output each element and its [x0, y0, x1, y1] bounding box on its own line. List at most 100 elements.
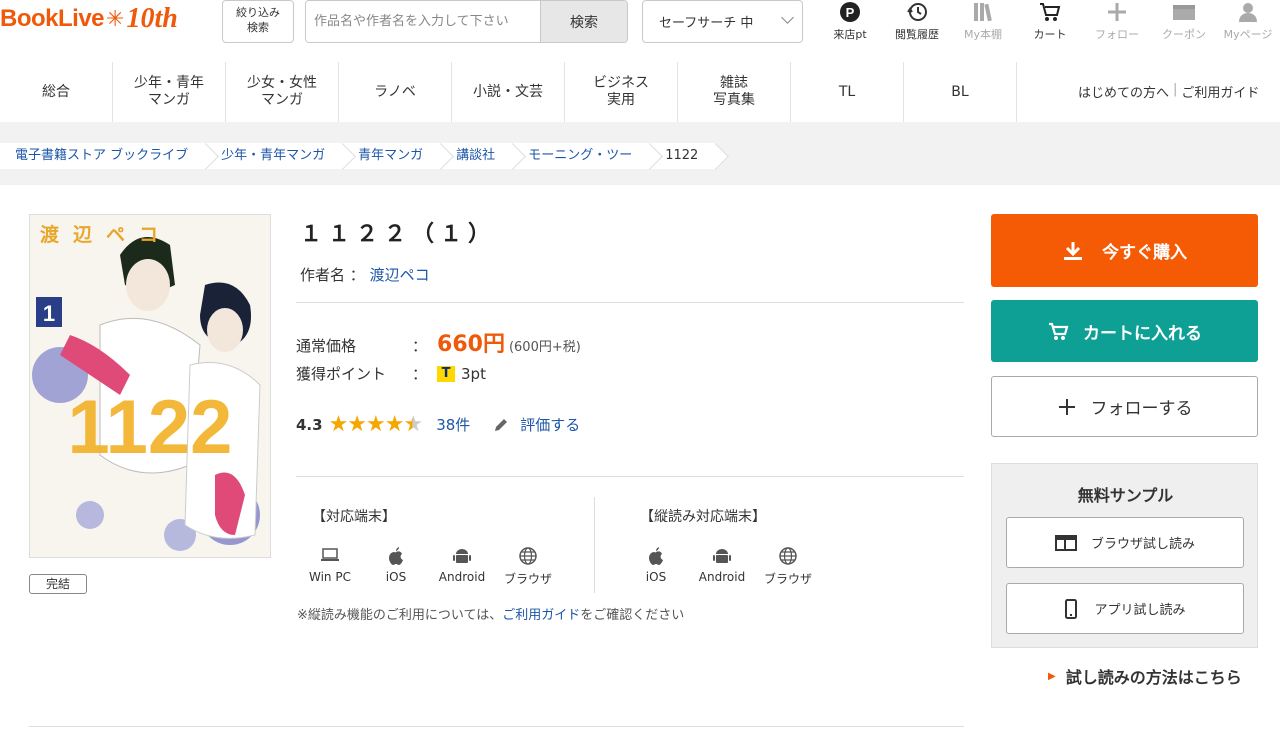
rate-link[interactable]: 評価する: [520, 414, 580, 435]
nav-item-tl[interactable]: TL: [791, 62, 904, 122]
filter-label-1: 絞り込み: [236, 6, 280, 19]
note-suffix: をご確認ください: [580, 608, 685, 623]
price-colon: ：: [412, 337, 428, 355]
pencil-icon: [495, 418, 508, 431]
header-follow[interactable]: フォロー: [1088, 0, 1146, 46]
nav-label: ラノベ: [374, 83, 416, 100]
app-sample-button[interactable]: アプリ試し読み: [1006, 583, 1244, 634]
header-visit-point[interactable]: P 来店pt: [821, 0, 879, 46]
filter-search-button[interactable]: 絞り込み 検索: [222, 0, 294, 43]
booklive-logo[interactable]: BookLive ✳ 10th: [0, 2, 178, 36]
vertical-devices-heading: 【縦読み対応端末】: [640, 509, 766, 525]
cover-volume-text: 1: [43, 301, 55, 326]
site-header: BookLive ✳ 10th 絞り込み 検索 検索 セーフサーチ 中 P 来店…: [0, 0, 1280, 56]
nav-item-magazine[interactable]: 雑誌 写真集: [678, 62, 791, 122]
nav-item-bl[interactable]: BL: [904, 62, 1017, 122]
breadcrumb-item[interactable]: 少年・青年マンガ: [206, 143, 344, 169]
follow-label: フォローする: [1090, 399, 1193, 419]
nav-item-light-novel[interactable]: ラノベ: [339, 62, 452, 122]
device-label: Android: [698, 570, 746, 584]
cover-author-text: 渡辺ペコ: [40, 223, 172, 246]
device-browser: ブラウザ: [498, 546, 558, 587]
search-button[interactable]: 検索: [540, 1, 627, 42]
breadcrumb-item[interactable]: 電子書籍ストア ブックライブ: [0, 143, 207, 169]
nav-help-links: はじめての方へ | ご利用ガイド: [1078, 82, 1259, 101]
nav-label: BL: [951, 83, 969, 100]
bookshelf-icon: [954, 0, 1012, 26]
header-bookshelf[interactable]: My本棚: [954, 0, 1012, 46]
breadcrumb-item[interactable]: モーニング・ツー: [513, 143, 651, 169]
nav-label: 実用: [607, 92, 635, 108]
guide-link[interactable]: ご利用ガイド: [1181, 82, 1259, 101]
nav-item-general[interactable]: 総合: [0, 62, 113, 122]
add-to-cart-button[interactable]: カートに入れる: [991, 300, 1258, 362]
globe-icon: [758, 546, 818, 570]
nav-item-shonen-seinen[interactable]: 少年・青年 マンガ: [113, 62, 226, 122]
mypage-icon: [1219, 0, 1277, 26]
plus-icon: [1058, 398, 1075, 415]
free-sample-title: 無料サンプル: [1077, 486, 1174, 505]
device-label: iOS: [385, 570, 407, 584]
follow-icon: [1088, 0, 1146, 26]
visit-point-label: 来店pt: [833, 28, 867, 41]
header-coupon[interactable]: クーポン: [1155, 0, 1213, 46]
smartphone-icon: [1065, 598, 1078, 619]
browser-sample-label: ブラウザ試し読み: [1090, 537, 1195, 552]
sample-howto-link[interactable]: ▶ 試し読みの方法はこちら: [1048, 664, 1242, 688]
nav-label: 少年・青年: [134, 75, 204, 91]
add-to-cart-label: カートに入れる: [1083, 323, 1202, 344]
logo-star-icon: ✳: [106, 6, 125, 32]
nav-separator: |: [1173, 82, 1178, 97]
filter-label-2: 検索: [247, 21, 269, 34]
cart-label: カート: [1033, 28, 1067, 41]
product-title: １１２２（１）: [300, 222, 497, 247]
price-detail: (600円+税): [508, 340, 581, 355]
free-sample-panel: 無料サンプル ブラウザ試し読み アプリ試し読み: [991, 463, 1258, 648]
triangle-right-icon: ▶: [1048, 670, 1056, 682]
nav-label: ビジネス: [593, 75, 649, 91]
coupon-label: クーポン: [1162, 28, 1206, 41]
cart-icon: [1021, 0, 1079, 26]
android-icon: [432, 546, 492, 570]
header-mypage[interactable]: Myページ: [1219, 0, 1277, 46]
header-history[interactable]: 閲覧履歴: [888, 0, 946, 46]
pc-icon: [300, 546, 360, 570]
nav-label: 雑誌: [720, 75, 748, 91]
guide-note-link[interactable]: ご利用ガイド: [502, 608, 580, 623]
device-browser: ブラウザ: [758, 546, 818, 587]
status-badge: 完結: [29, 574, 87, 594]
nav-item-shojo-josei[interactable]: 少女・女性 マンガ: [226, 62, 339, 122]
vertical-devices: iOS Android ブラウザ: [626, 546, 818, 587]
apple-icon: [366, 546, 426, 570]
globe-icon: [498, 546, 558, 570]
device-divider: [594, 497, 595, 593]
header-cart[interactable]: カート: [1021, 0, 1079, 46]
follow-button[interactable]: フォローする: [991, 376, 1258, 437]
safe-search-select[interactable]: セーフサーチ 中: [642, 0, 803, 43]
nav-item-novel[interactable]: 小説・文芸: [452, 62, 565, 122]
rate-action[interactable]: 評価する: [492, 414, 580, 435]
cover-title-text: 1122: [68, 385, 233, 470]
nav-item-business[interactable]: ビジネス 実用: [565, 62, 678, 122]
device-win-pc: Win PC: [300, 546, 360, 587]
device-android: Android: [692, 546, 752, 587]
nav-label: 小説・文芸: [473, 83, 543, 100]
first-time-link[interactable]: はじめての方へ: [1078, 82, 1169, 101]
browser-sample-button[interactable]: ブラウザ試し読み: [1006, 517, 1244, 568]
device-label: ブラウザ: [763, 572, 812, 586]
bookshelf-label: My本棚: [963, 28, 1002, 41]
review-count-link[interactable]: 38件: [436, 414, 470, 435]
author-link[interactable]: 渡辺ペコ: [370, 266, 430, 284]
price-value: 660円: [437, 332, 505, 357]
breadcrumb: 電子書籍ストア ブックライブ 少年・青年マンガ 青年マンガ 講談社 モーニング・…: [0, 143, 717, 169]
device-label: ブラウザ: [503, 572, 552, 586]
search-input[interactable]: [306, 1, 540, 42]
buy-now-button[interactable]: 今すぐ購入: [991, 214, 1258, 287]
nav-label: 写真集: [713, 92, 755, 108]
rating-value: 4.3: [296, 415, 323, 434]
book-cover[interactable]: 渡辺ペコ 1 1122: [29, 214, 271, 558]
divider: [296, 302, 964, 303]
points-row: 獲得ポイント ： T 3pt: [296, 363, 486, 384]
breadcrumb-item[interactable]: 青年マンガ: [343, 143, 442, 169]
device-ios: iOS: [626, 546, 686, 587]
